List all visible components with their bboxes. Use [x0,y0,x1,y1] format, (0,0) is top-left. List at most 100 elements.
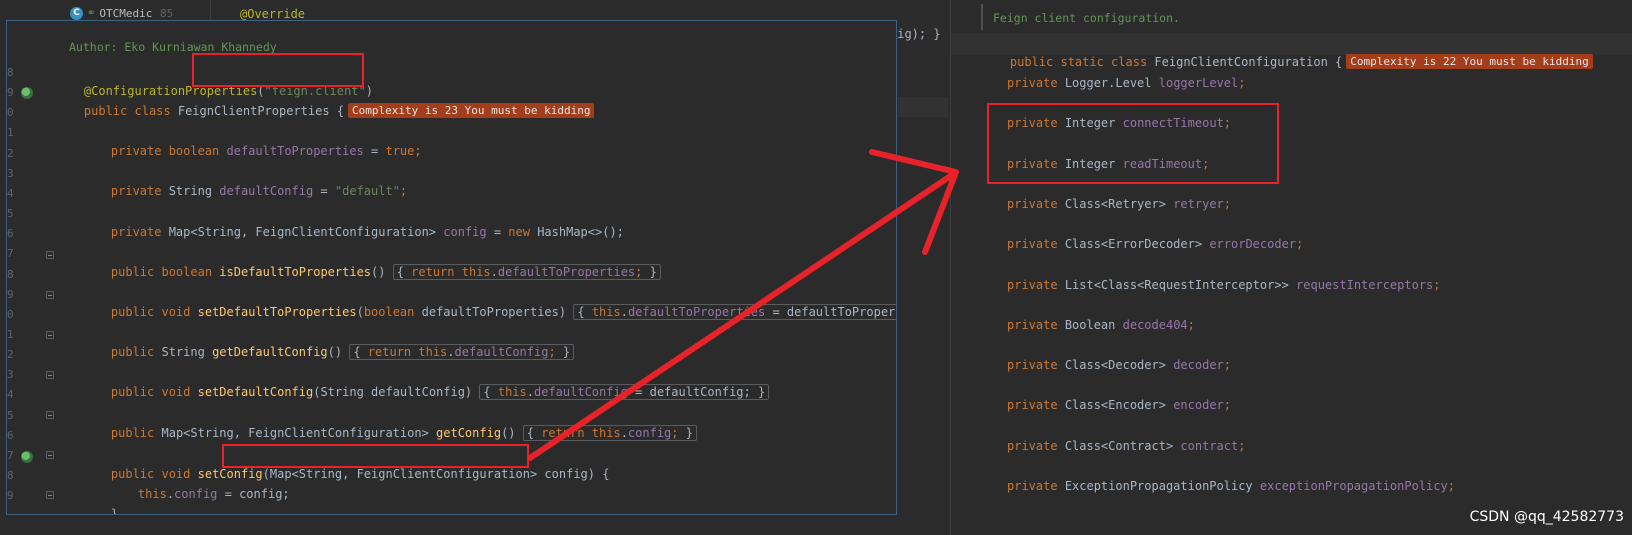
line-number: 1 [7,327,14,341]
author-comment: Author: Eko Kurniawan Khannedy [69,40,277,54]
field-default-to-properties: private boolean defaultToProperties = tr… [82,124,422,158]
feign-client-properties-popup: Author: Eko Kurniawan Khannedy 8 9 0 1 2 3 4 5 6… [6,20,897,515]
fold-collapse-icon[interactable] [46,411,54,419]
return-keyword: return [541,426,585,440]
line-number: 3 [7,166,14,180]
folded-body[interactable]: { return this.defaultToProperties; } [392,264,661,280]
method-name[interactable]: isDefaultToProperties [219,265,371,279]
field-name[interactable]: config [443,225,486,239]
field-ref: defaultToProperties [627,305,766,319]
popup-header: Author: Eko Kurniawan Khannedy [7,21,896,57]
params: (String defaultConfig) [313,385,473,399]
field-type: Boolean [1064,317,1116,332]
method-is-default-to-properties: public boolean isDefaultToProperties() {… [82,245,661,280]
watermark: CSDN @qq_42582773 [1469,509,1624,525]
method-get-default-config: public String getDefaultConfig() { retur… [82,325,575,360]
assign: = [313,184,335,198]
line-number: 9 [7,489,14,503]
method-name[interactable]: setDefaultToProperties [198,305,357,319]
field-modifier: private [1007,237,1058,252]
modifier: public [110,426,155,440]
line-number: 4 [7,388,14,402]
this-keyword: this [411,345,448,359]
fold-collapse-icon[interactable] [46,251,54,259]
param-highlight-box [222,444,529,468]
field-name[interactable]: encoder [1173,398,1224,412]
field-type: Logger.Level [1064,76,1152,90]
semicolon: ; [1238,438,1246,453]
method-name[interactable]: getConfig [436,426,501,440]
field-modifier: private [1007,438,1058,453]
field-retryer: private Class<Retryer> retryer; [1007,195,1231,213]
complexity-badge: Complexity is 22 You must be kidding [1346,54,1593,69]
field-name[interactable]: errorDecoder [1209,237,1296,251]
bean-gutter-icon[interactable] [21,87,33,99]
new-keyword: new [508,225,530,239]
modifier: private [110,225,162,239]
field-name[interactable]: requestInterceptors [1296,278,1433,292]
return-keyword: return [411,265,455,279]
setter-gutter-icon[interactable] [21,451,33,463]
fold-collapse-icon[interactable] [46,331,54,339]
field-modifier: private [1007,277,1058,292]
method-name[interactable]: getDefaultConfig [212,345,328,359]
field-default-config: private String defaultConfig = "default"… [82,164,407,198]
close-brace: } [110,507,119,515]
folded-body[interactable]: { return this.defaultConfig; } [349,344,575,360]
paren-close: ) [558,305,567,319]
semicolon: ; [635,265,643,279]
background-line-number: 85 [160,7,174,20]
line-number: 2 [7,348,14,362]
field-ref: defaultConfig [534,385,628,399]
doc-comment-bar [981,4,983,30]
folded-body[interactable]: { this.defaultConfig = defaultConfig; } [479,384,770,400]
line-number: 1 [7,126,14,140]
class-open-brace: { [336,104,345,118]
literal: true [385,144,415,158]
fold-collapse-icon[interactable] [46,371,54,379]
field-name[interactable]: defaultToProperties [227,144,364,158]
field-name[interactable]: retryer [1173,197,1224,211]
field-exceptionPropagationPolicy: private ExceptionPropagationPolicy excep… [1007,477,1455,495]
field-contract: private Class<Contract> contract; [1007,437,1245,455]
semicolon: ; [548,345,556,359]
line-number: 4 [7,186,14,200]
close-brace: } [562,345,571,359]
line-number: 0 [7,307,14,321]
fold-collapse-icon[interactable] [46,451,54,459]
folded-body[interactable]: { this.defaultToProperties = defaultToPr… [573,304,896,320]
line-number: 6 [7,227,14,241]
background-current-line [898,97,948,117]
type: Map<String, FeignClientConfiguration> [161,225,444,239]
line-number: 5 [7,207,14,221]
method-name[interactable]: setDefaultConfig [198,385,314,399]
field-name[interactable]: defaultConfig [219,184,313,198]
field-encoder: private Class<Encoder> encoder; [1007,396,1231,414]
fold-collapse-icon[interactable] [46,291,54,299]
field-name[interactable]: decoder [1173,358,1224,372]
field-name[interactable]: decode404 [1123,318,1188,332]
class-name[interactable]: FeignClientProperties [178,104,330,118]
modifier: public void [110,305,191,319]
field-name[interactable]: contract [1180,439,1238,453]
field-modifier: private [1007,196,1058,211]
this-keyword: this [584,426,621,440]
field-modifier: private [1007,76,1058,90]
type: Map<String, FeignClientConfiguration> [154,426,437,440]
field-name[interactable]: exceptionPropagationPolicy [1260,479,1448,493]
lock-icon: ⚭ [87,7,96,19]
line-number: 2 [7,146,14,160]
class-name[interactable]: FeignClientConfiguration [1154,55,1327,69]
dot: . [620,305,628,319]
background-tab-label: OTCMedic [99,6,153,20]
assignment: = config; [217,487,290,501]
semicolon: ; [671,426,679,440]
fold-collapse-icon[interactable] [46,491,54,499]
class-keyword: class [134,104,171,118]
field-name[interactable]: loggerLevel [1159,76,1238,90]
line-number: 7 [7,448,14,462]
line-number: 5 [7,408,14,422]
folded-body[interactable]: { return this.config; } [522,425,697,441]
class-modifiers: public static class [1009,55,1148,69]
field-decoder: private Class<Decoder> decoder; [1007,356,1231,374]
